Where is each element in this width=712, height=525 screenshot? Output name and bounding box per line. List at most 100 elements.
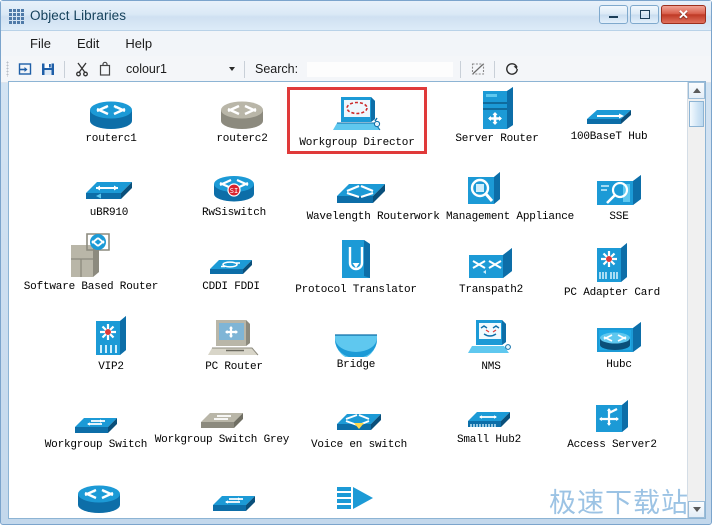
search-input[interactable] [306,61,454,78]
toolbar-separator-1 [64,61,65,78]
save-button[interactable] [37,59,58,80]
title-bar: Object Libraries ✕ [1,1,711,31]
save-icon [40,61,56,77]
library-item[interactable]: SI RwSiswitch [164,160,304,221]
scissors-icon [74,61,90,77]
cisco-router-blue-icon [41,89,181,131]
close-button[interactable]: ✕ [661,5,706,24]
library-item-label: Software Based Router [21,281,161,293]
refresh-button[interactable] [501,59,522,80]
library-item[interactable]: Workgroup Director [287,87,427,154]
library-item[interactable] [286,470,426,518]
library-item[interactable] [164,470,304,518]
minimize-icon [609,16,618,18]
library-item[interactable]: Hubc [549,312,687,373]
menu-help[interactable]: Help [114,33,163,54]
library-item-label: SSE [549,211,687,223]
cut-button[interactable] [71,59,92,80]
paste-button[interactable] [94,59,115,80]
library-item-label: Workgroup Switch Grey [152,434,292,446]
sse-icon [549,167,687,209]
library-item[interactable]: work Management Appliance [414,164,554,225]
minimize-button[interactable] [599,5,628,24]
vip2-icon [41,317,181,359]
menu-edit[interactable]: Edit [66,33,110,54]
hub-100baset-icon [539,87,679,129]
maximize-icon [640,10,650,19]
library-select[interactable]: colour1 [120,60,238,79]
library-item[interactable]: Protocol Translator [286,237,426,298]
scroll-thumb[interactable] [689,101,704,127]
grid-dots-icon [9,9,23,23]
workstation-monitor-icon [290,93,424,135]
library-item[interactable]: Software Based Router [21,234,161,295]
refresh-icon [504,61,520,77]
library-item[interactable]: uBR910 [39,160,179,221]
cisco-router-blue-icon [29,473,169,515]
library-item[interactable]: routerc1 [41,86,181,147]
library-item-label: Workgroup Switch [26,439,166,451]
library-item-label: CDDI FDDI [161,281,301,293]
library-panel: routerc1 routerc2 Workgroup Director Ser… [8,81,706,519]
ubr910-icon [39,163,179,205]
library-item[interactable]: PC Router [164,314,304,375]
library-item-label: Transpath2 [421,284,561,296]
library-item[interactable]: 100BaseT Hub [539,84,679,145]
library-item-label: Small Hub2 [419,434,559,446]
library-item[interactable]: NMS [421,314,561,375]
library-item[interactable]: Small Hub2 [419,387,559,448]
window-title: Object Libraries [30,8,126,23]
wavelength-router-icon [291,167,431,209]
clear-selection-button[interactable] [467,59,488,80]
library-item-label: Wavelength Router [291,211,431,223]
protocol-translator-icon [286,240,426,282]
software-based-router-icon [21,237,161,279]
object-libraries-window: Object Libraries ✕ File Edit Help [0,0,712,525]
library-item-label: Voice en switch [289,439,429,451]
pc-router-icon [164,317,304,359]
library-item-label: work Management Appliance [414,211,554,223]
library-item-label: Bridge [286,359,426,371]
clear-selection-icon [470,61,486,77]
library-item[interactable]: Bridge [286,312,426,373]
scroll-down-arrow[interactable] [688,501,705,518]
library-item[interactable]: Transpath2 [421,237,561,298]
toolbar-grip[interactable] [6,61,9,77]
library-item[interactable]: Workgroup Switch [26,392,166,453]
menu-file[interactable]: File [19,33,62,54]
library-item[interactable] [29,470,169,518]
workgroup-switch-icon [164,473,304,515]
triangle-up-icon [693,88,701,93]
library-item-label: routerc1 [41,133,181,145]
library-item[interactable]: Access Server2 [542,392,682,453]
workgroup-switch-icon [26,395,166,437]
library-item-label: uBR910 [39,207,179,219]
import-icon [17,61,33,77]
library-item-label: PC Adapter Card [542,287,682,299]
workgroup-switch-grey-icon [152,390,292,432]
library-item-label: Protocol Translator [286,284,426,296]
library-item[interactable]: PC Adapter Card [542,240,682,301]
scroll-up-arrow[interactable] [688,82,705,99]
library-item[interactable]: CDDI FDDI [161,234,301,295]
search-label: Search: [255,62,298,76]
icon-grid[interactable]: routerc1 routerc2 Workgroup Director Ser… [9,82,687,518]
library-item-label: PC Router [164,361,304,373]
library-item[interactable]: SSE [549,164,687,225]
pc-adapter-card-icon [542,243,682,285]
library-item[interactable]: Voice en switch [289,392,429,453]
hubc-icon [549,315,687,357]
library-item[interactable]: Wavelength Router [291,164,431,225]
window-controls: ✕ [599,5,706,24]
access-server2-icon [542,395,682,437]
vertical-scrollbar[interactable] [687,82,705,518]
library-item[interactable]: Workgroup Switch Grey [152,387,292,448]
import-button[interactable] [14,59,35,80]
triangle-down-icon [693,507,701,512]
svg-text:SI: SI [230,187,238,195]
library-item[interactable]: VIP2 [41,314,181,375]
maximize-button[interactable] [630,5,659,24]
small-hub2-icon [419,390,559,432]
library-item-label: VIP2 [41,361,181,373]
library-item-label: 100BaseT Hub [539,131,679,143]
